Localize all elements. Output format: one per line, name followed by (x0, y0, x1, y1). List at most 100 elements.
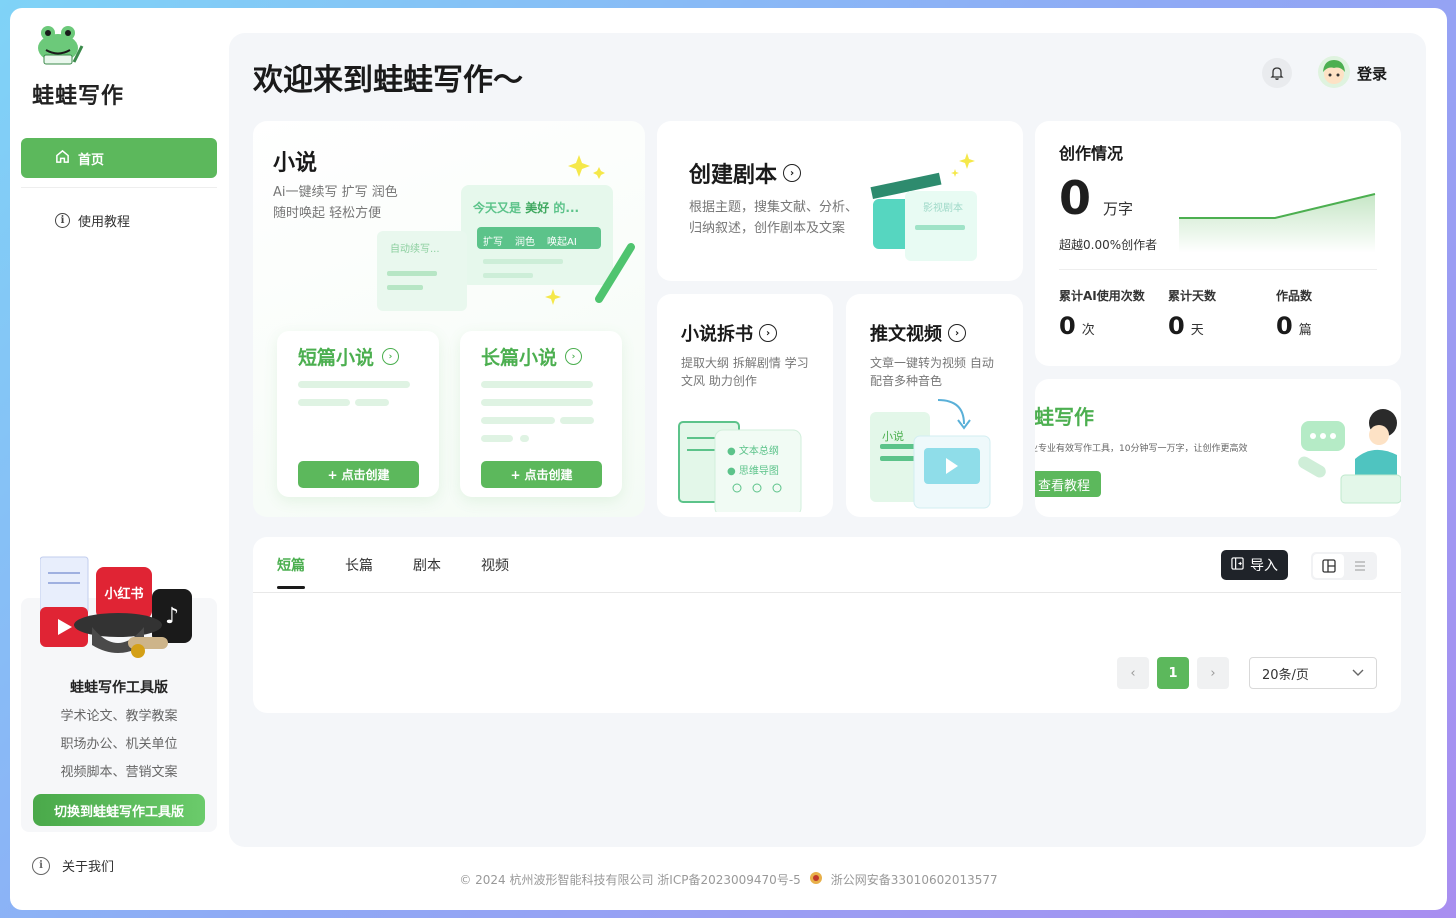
creation-stats-card: 创作情况 0 万字 超越0.00%创作者 累计AI使用次数 0次 累计天数 0天 (1035, 121, 1401, 366)
button-label: 点击创建 (341, 468, 390, 482)
login-button[interactable]: 登录 (1357, 63, 1387, 84)
short-novel-title: 短篇小说 (298, 347, 375, 369)
stat-label: 作品数 (1276, 289, 1313, 303)
stat-works: 作品数 0篇 (1276, 287, 1312, 340)
import-icon (1231, 556, 1244, 574)
sidebar-item-tutorial[interactable]: i 使用教程 (21, 208, 217, 232)
sidebar-item-label: 使用教程 (78, 214, 131, 230)
script-desc-line: 根据主题，搜集文献、分析、 (689, 200, 859, 215)
stat-value: 0 (1059, 312, 1076, 340)
avatar[interactable] (1318, 56, 1350, 88)
xiaohongshu-badge: 小红书 (104, 586, 143, 602)
short-novel-card[interactable]: 短篇小说 › + 点击创建 (277, 331, 439, 497)
script-card-title: 创建剧本 (689, 163, 778, 188)
art-chip: 扩写 (483, 237, 503, 248)
chevron-down-icon (1352, 666, 1364, 681)
stats-beat-text: 超越0.00%创作者 (1059, 238, 1158, 252)
tweet-video-title: 推文视频 (870, 324, 942, 345)
tab-long[interactable]: 长篇 (345, 555, 373, 589)
split-desc-line: 提取大纲 拆解剧情 学习 (681, 356, 809, 370)
stat-unit: 天 (1190, 323, 1204, 338)
sidebar-item-home[interactable]: 首页 (21, 138, 217, 178)
create-long-novel-button[interactable]: + 点击创建 (481, 461, 602, 488)
art-text: 文本总纲 (738, 446, 779, 457)
tutorial-banner[interactable]: 蛙写作 业专业有效写作工具，10分钟写一万字，让创作更高效 查看教程 (1035, 379, 1401, 517)
promo-line: 学术论文、教学教案 (60, 709, 178, 724)
promo-line: 职场办公、机关单位 (60, 737, 178, 752)
promo-line: 视频脚本、营销文案 (60, 765, 178, 780)
chevron-left-icon: ‹ (1130, 665, 1136, 681)
novel-card-title: 小说 (273, 151, 318, 176)
art-chip: 唤起AI (547, 237, 577, 248)
works-panel: 短篇 长篇 剧本 视频 导入 ‹ 1 › 20条/页 (253, 537, 1401, 713)
stat-unit: 次 (1081, 323, 1095, 338)
banner-desc: 业专业有效写作工具，10分钟写一万字，让创作更高效 (1035, 444, 1248, 454)
stats-title: 创作情况 (1059, 144, 1124, 163)
footer-police-record[interactable]: 浙公网安备33010602013577 (831, 871, 998, 888)
info-icon: i (55, 212, 70, 228)
tweet-video-card[interactable]: 推文视频 › 文章一键转为视频 自动 配音多种音色 小说 (846, 294, 1023, 517)
video-illustration (870, 399, 991, 509)
tab-video[interactable]: 视频 (481, 555, 509, 589)
import-button[interactable]: 导入 (1221, 550, 1288, 580)
view-tutorial-button[interactable]: 查看教程 (1035, 471, 1101, 497)
stat-days: 累计天数 0天 (1168, 287, 1216, 340)
split-art-labels: ● 文本总纲 ● 思维导图 (727, 446, 779, 477)
novel-card: 小说 Ai一键续写 扩写 润色 随时唤起 轻松方便 今天又是 美好 的... 自… (253, 121, 645, 517)
frog-logo-icon[interactable] (36, 24, 84, 68)
novel-art-headline: 今天又是 美好 的... (473, 199, 579, 216)
split-book-card[interactable]: 小说拆书 › 提取大纲 拆解剧情 学习 文风 助力创作 ● 文本总纲 ● 思维导图 (657, 294, 833, 517)
main-panel: 欢迎来到蛙蛙写作～ 登录 小说 Ai一键续写 扩写 润色 随时唤起 轻松方便 今… (229, 33, 1426, 847)
footer-copyright[interactable]: © 2024 杭州波形智能科技有限公司 浙ICP备2023009470号-5 (459, 871, 800, 888)
button-label: 点击创建 (524, 468, 573, 482)
art-text: 今天又是 (473, 201, 522, 215)
tabs-divider (253, 592, 1401, 593)
split-book-desc: 提取大纲 拆解剧情 学习 文风 助力创作 (681, 354, 809, 390)
long-novel-title: 长篇小说 (481, 347, 558, 369)
app-window: 蛙蛙写作 首页 i 使用教程 蛙蛙写作工具版 学术论文、教学教案 职场办公、机关… (10, 8, 1447, 910)
tab-short[interactable]: 短篇 (277, 555, 305, 589)
switch-tool-version-button[interactable]: 切换到蛙蛙写作工具版 (33, 794, 205, 826)
list-view-icon[interactable] (1344, 554, 1375, 578)
stat-value: 0 (1168, 312, 1185, 340)
home-icon (55, 149, 70, 168)
next-page-button[interactable]: › (1197, 657, 1229, 689)
import-label: 导入 (1250, 558, 1278, 574)
stats-divider (1059, 269, 1377, 270)
video-art-label: 小说 (882, 430, 904, 443)
prev-page-button[interactable]: ‹ (1117, 657, 1149, 689)
page-size-select[interactable]: 20条/页 (1249, 657, 1377, 689)
art-text: 美好 (525, 201, 550, 215)
tab-script[interactable]: 剧本 (413, 555, 441, 589)
arrow-right-icon: › (759, 324, 777, 342)
grid-view-icon[interactable] (1313, 554, 1344, 578)
script-desc-line: 归纳叙述，创作剧本及文案 (689, 221, 846, 236)
stat-label: 累计AI使用次数 (1059, 289, 1145, 303)
sidebar-item-label: 首页 (78, 152, 105, 168)
page-title: 欢迎来到蛙蛙写作～ (253, 63, 523, 98)
sidebar-divider (21, 187, 217, 188)
tweet-video-desc: 文章一键转为视频 自动 配音多种音色 (870, 354, 994, 390)
brand-name: 蛙蛙写作 (32, 84, 125, 109)
view-toggle (1311, 552, 1377, 580)
long-novel-card[interactable]: 长篇小说 › + 点击创建 (460, 331, 622, 497)
arrow-right-icon: › (382, 348, 400, 365)
create-short-novel-button[interactable]: + 点击创建 (298, 461, 419, 488)
banner-person-illustration (1298, 409, 1401, 504)
novel-art-chip: 自动续写... (390, 244, 440, 255)
split-desc-line: 文风 助力创作 (681, 374, 757, 388)
create-script-card[interactable]: 创建剧本 › 根据主题，搜集文献、分析、 归纳叙述，创作剧本及文案 影视剧本 (657, 121, 1023, 281)
chevron-right-icon: › (1210, 665, 1216, 681)
works-tabs: 短篇 长篇 剧本 视频 (277, 555, 509, 589)
page-number-current[interactable]: 1 (1157, 657, 1189, 689)
art-text: 思维导图 (738, 466, 779, 477)
promo-title: 蛙蛙写作工具版 (70, 680, 168, 696)
stat-label: 累计天数 (1168, 289, 1217, 303)
notification-bell-icon[interactable] (1262, 58, 1292, 88)
split-book-title: 小说拆书 (681, 324, 753, 345)
stats-words-value: 0 (1059, 171, 1092, 225)
stat-unit: 篇 (1298, 323, 1312, 338)
banner-title: 蛙写作 (1035, 405, 1094, 429)
stats-words-unit: 万字 (1103, 200, 1134, 218)
arrow-right-icon: › (948, 324, 966, 342)
